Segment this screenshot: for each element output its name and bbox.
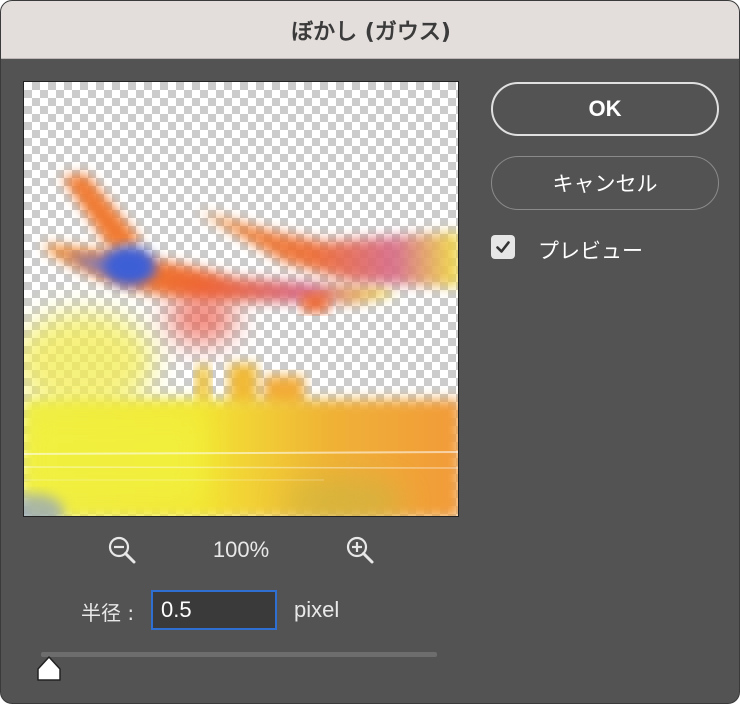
dialog-title: ぼかし (ガウス) (291, 19, 451, 45)
preview-checkbox[interactable] (491, 235, 515, 259)
cancel-button[interactable]: キャンセル (491, 156, 719, 210)
cancel-button-label: キャンセル (552, 172, 658, 196)
gaussian-blur-dialog: ぼかし (ガウス) 100% 半径: 0.5 pixel OK キャンセル プ… (0, 0, 740, 704)
zoom-level: 100% (212, 537, 270, 562)
radius-label: 半径 : (81, 601, 135, 625)
zoom-out-icon[interactable] (107, 535, 137, 565)
title-bar[interactable]: ぼかし (ガウス) (1, 1, 739, 59)
radius-slider-track[interactable] (41, 652, 437, 657)
checkmark-icon (496, 241, 510, 253)
preview-artwork (24, 174, 458, 516)
ok-button-label: OK (588, 96, 622, 121)
ok-button[interactable]: OK (491, 82, 719, 136)
radius-input[interactable] (151, 590, 277, 630)
radius-slider-thumb[interactable] (36, 655, 62, 683)
radius-unit: pixel (294, 597, 340, 622)
zoom-in-icon[interactable] (345, 535, 375, 565)
preview-image[interactable] (23, 81, 459, 517)
zoom-controls: 100% (23, 531, 459, 571)
preview-checkbox-label[interactable]: プレビュー (538, 235, 643, 265)
